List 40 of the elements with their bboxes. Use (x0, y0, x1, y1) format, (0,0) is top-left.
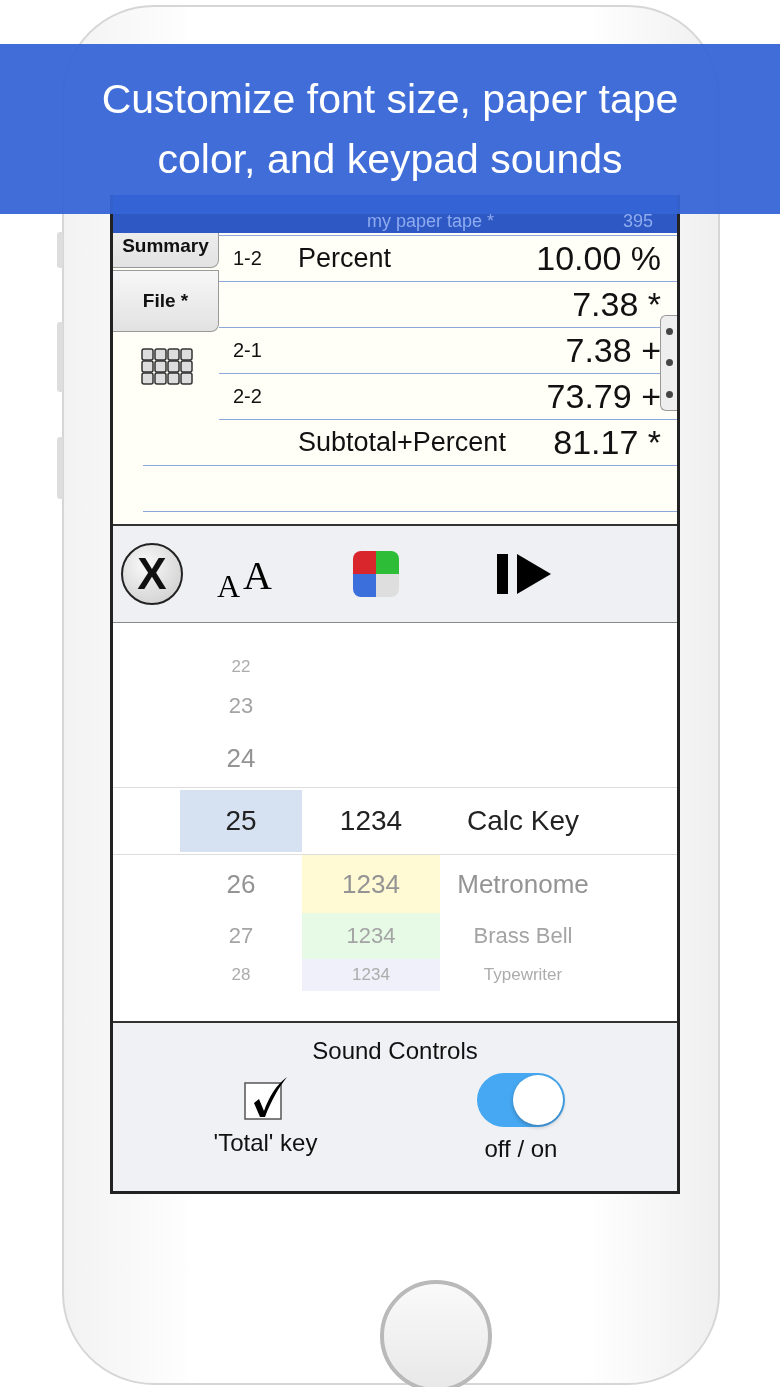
checkbox-label: 'Total' key (213, 1129, 318, 1157)
sound-option[interactable]: Metronome (457, 868, 589, 900)
close-button[interactable]: X (121, 543, 183, 605)
side-tab[interactable]: Summary (113, 233, 219, 268)
operation-label: Percent (298, 243, 392, 273)
font-size-option[interactable]: 25 (225, 805, 257, 837)
font-size-option[interactable]: 27 (228, 923, 254, 949)
operation-label: Subtotal+Percent (298, 427, 506, 457)
sound-toggle[interactable] (477, 1073, 565, 1127)
sound-option[interactable]: Typewriter (483, 965, 563, 985)
sample-text: 1234 (342, 868, 400, 900)
font-size-option[interactable]: 23 (228, 693, 254, 719)
banner-text: Customize font size, paper tape color, and keypad sounds (100, 75, 680, 184)
sample-text: 1234 (346, 923, 396, 949)
checkbox[interactable] (242, 1075, 289, 1121)
sample-text: 1234 (352, 965, 390, 985)
section-title: Sound Controls (311, 1037, 479, 1065)
tape-value: 7.38 * (572, 285, 661, 323)
side-tab[interactable]: File * (113, 270, 219, 332)
tape-title: my paper tape * (367, 211, 495, 232)
sound-option[interactable]: Calc Key (466, 805, 579, 837)
font-size-option[interactable]: 22 (231, 657, 251, 677)
step-number: 2-1 (233, 339, 262, 361)
font-size-option[interactable]: 26 (226, 868, 256, 900)
color-palette-icon[interactable] (353, 551, 399, 597)
tape-value: 73.79 + (546, 377, 661, 415)
font-size-option[interactable]: 28 (231, 965, 251, 985)
entry-count: 395 (622, 211, 653, 232)
sound-option[interactable]: Brass Bell (473, 923, 573, 949)
scroll-handle[interactable] (660, 315, 677, 411)
tape-value: 7.38 + (565, 331, 661, 369)
step-number: 2-2 (233, 385, 262, 407)
font-size-option[interactable]: 24 (226, 742, 256, 774)
tape-value: 81.17 * (553, 423, 661, 461)
step-play-icon[interactable] (494, 552, 553, 596)
grid-icon[interactable] (141, 348, 193, 386)
sample-text: 1234 (339, 805, 403, 837)
tape-value: 10.00 % (536, 239, 661, 277)
step-number: 1-2 (233, 247, 262, 269)
toggle-label: off / on (484, 1135, 558, 1163)
